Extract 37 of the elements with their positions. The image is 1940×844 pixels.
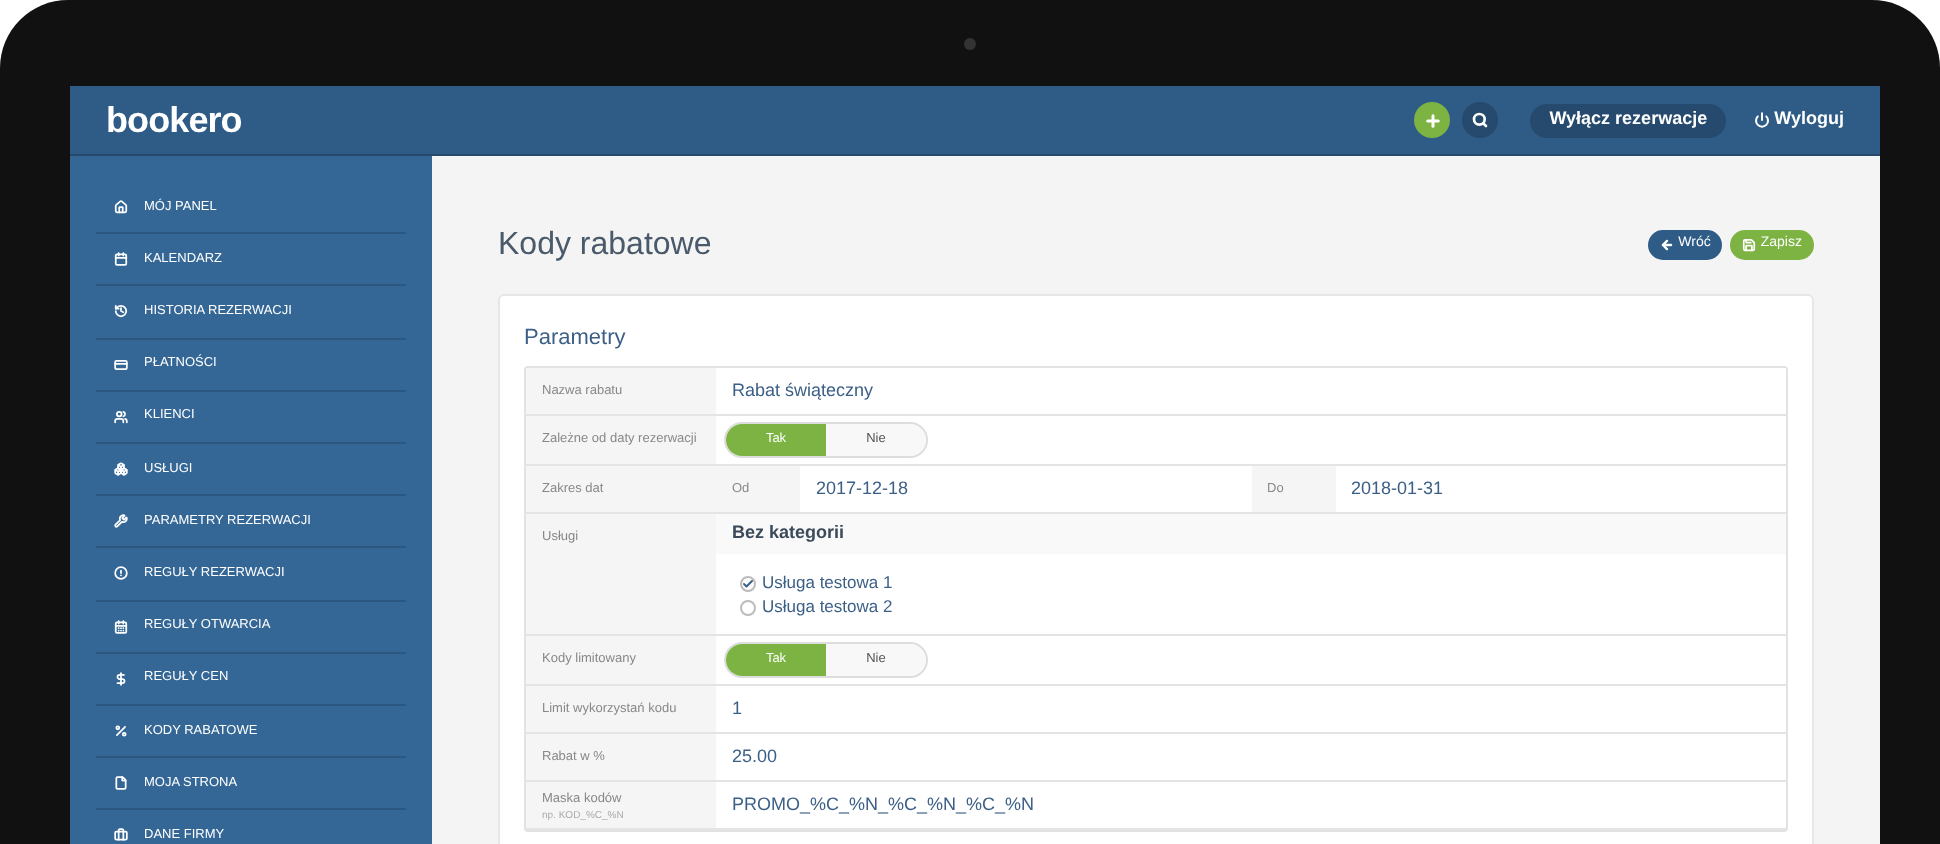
category-heading: Bez kategorii — [732, 520, 845, 547]
checkbox[interactable] — [740, 599, 756, 615]
calendar-icon — [114, 252, 128, 267]
section-title: Parametry — [524, 326, 626, 350]
dollar-icon — [114, 671, 128, 686]
field-value[interactable]: 1 — [732, 695, 743, 723]
camera-icon — [964, 38, 976, 50]
home-icon — [114, 200, 128, 215]
field-value[interactable]: 25.00 — [732, 743, 778, 771]
alert-icon — [114, 566, 128, 581]
date-value[interactable]: 2017-12-18 — [816, 475, 909, 503]
card-icon — [114, 357, 128, 372]
save-icon — [1742, 238, 1757, 252]
plus-icon — [1423, 111, 1442, 129]
page-title: Kody rabatowe — [498, 225, 712, 265]
history-icon — [114, 304, 128, 319]
briefcase-icon — [114, 828, 128, 843]
logo[interactable]: bookero — [106, 93, 242, 147]
field-value[interactable]: PROMO_%C_%N_%C_%N_%C_%N — [732, 791, 1035, 819]
logout-button[interactable]: Wyloguj — [1754, 106, 1844, 134]
boxes-icon — [114, 462, 128, 477]
checkbox-label: Usługa testowa 1 — [762, 572, 893, 594]
users-icon — [114, 409, 128, 424]
field-value[interactable]: Rabat świąteczny — [732, 377, 874, 405]
arrow-left-icon — [1660, 238, 1675, 252]
calendar-icon — [114, 619, 128, 634]
date-value[interactable]: 2018-01-31 — [1351, 475, 1444, 503]
search-icon — [1472, 112, 1489, 128]
checkbox-label: Usługa testowa 2 — [762, 596, 893, 618]
disable-bookings-button[interactable]: Wyłącz rezerwacje — [1530, 103, 1727, 137]
search-button[interactable] — [1462, 102, 1499, 138]
checkbox[interactable] — [740, 575, 756, 591]
add-button[interactable] — [1414, 102, 1451, 138]
power-icon — [1754, 112, 1771, 128]
wrench-icon — [114, 514, 128, 529]
file-icon — [114, 776, 128, 791]
percent-icon — [114, 723, 128, 738]
